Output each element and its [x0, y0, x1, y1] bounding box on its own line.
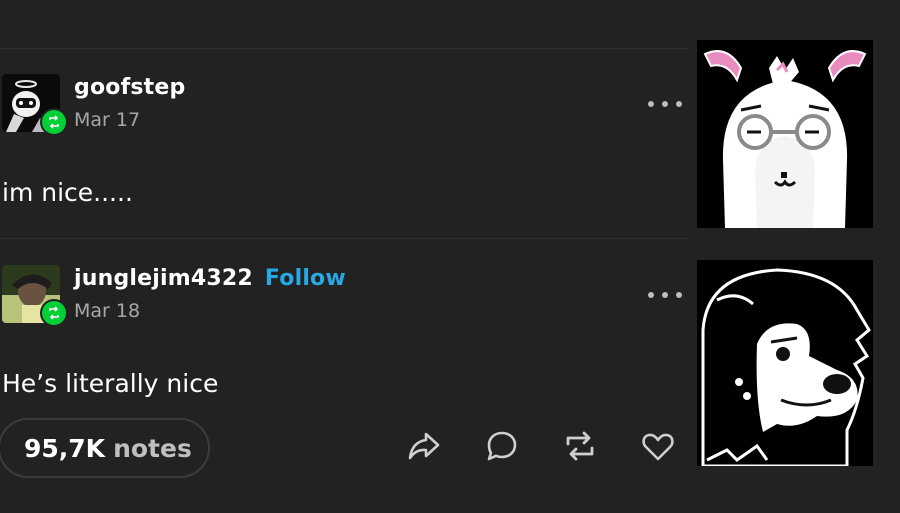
post-username[interactable]: goofstep [74, 75, 185, 100]
post-date[interactable]: Mar 18 [74, 300, 140, 322]
pixel-art-image-dog [697, 260, 873, 466]
avatar-junglejim4322[interactable] [2, 265, 68, 327]
reblog-badge-icon [49, 306, 59, 320]
notes-button[interactable]: 95,7K notes [0, 418, 210, 478]
follow-button[interactable]: Follow [265, 266, 346, 291]
notes-count: 95,7K [24, 433, 106, 463]
more-options-icon[interactable] [648, 289, 682, 301]
share-icon[interactable] [406, 428, 442, 464]
post-username[interactable]: junglejim4322 [74, 266, 253, 291]
reblog-icon[interactable] [562, 428, 598, 464]
heart-icon[interactable] [640, 428, 676, 464]
post-divider [0, 238, 690, 239]
reblog-badge [40, 299, 68, 327]
reblog-badge-icon [49, 115, 59, 129]
top-divider [0, 48, 690, 49]
dashboard-page: goofstep Mar 17 im nice..... junglejim43… [0, 0, 900, 513]
reblog-badge [40, 108, 68, 136]
reply-icon[interactable] [484, 428, 520, 464]
avatar-goofstep[interactable] [2, 74, 68, 136]
pixel-art-image-goat [697, 40, 873, 228]
post-date[interactable]: Mar 17 [74, 109, 140, 131]
post-username-row: junglejim4322 Follow [74, 266, 346, 291]
post-body-text: He’s literally nice [2, 369, 219, 398]
notes-label: notes [113, 433, 192, 463]
post-body-text: im nice..... [2, 178, 133, 207]
more-options-icon[interactable] [648, 98, 682, 110]
